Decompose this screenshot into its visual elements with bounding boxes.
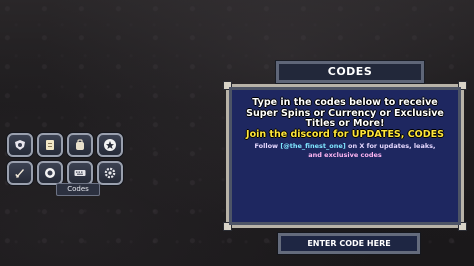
backpack-icon xyxy=(76,139,84,150)
instruction-line: Titles or More! xyxy=(305,118,385,129)
crest-button[interactable] xyxy=(7,133,33,157)
code-input[interactable] xyxy=(281,236,417,251)
keyboard-icon xyxy=(74,170,86,176)
codes-panel-title: CODES xyxy=(275,60,425,84)
gem-icon xyxy=(45,168,55,178)
social-handle: [@the_finest_one] xyxy=(280,142,346,150)
follow-suffix: on X for updates, leaks, xyxy=(348,142,436,150)
star-icon xyxy=(104,139,116,151)
scroll-icon xyxy=(46,140,54,150)
code-input-box[interactable] xyxy=(277,232,421,255)
follow-line: Follow [@the_finest_one] on X for update… xyxy=(242,142,448,160)
codes-panel: Type in the codes below to receive Super… xyxy=(223,81,467,231)
codes-instructions: Type in the codes below to receive Super… xyxy=(242,97,448,160)
favorites-button[interactable] xyxy=(97,133,123,157)
settings-button[interactable] xyxy=(97,161,123,185)
follow-prefix: Follow xyxy=(254,142,279,150)
codes-button[interactable] xyxy=(67,161,93,185)
gear-icon xyxy=(104,167,116,179)
shield-crest-icon xyxy=(15,140,25,150)
instruction-line: Type in the codes below to receive xyxy=(252,97,438,108)
codes-panel-body: Type in the codes below to receive Super… xyxy=(229,87,461,225)
quests-button[interactable] xyxy=(37,133,63,157)
inventory-button[interactable] xyxy=(67,133,93,157)
sword-icon xyxy=(15,169,24,178)
weapons-button[interactable] xyxy=(7,161,33,185)
discord-line: Join the discord for UPDATES, CODES xyxy=(246,128,444,140)
codes-tooltip: Codes xyxy=(56,183,100,196)
follow-tail: and exclusive codes xyxy=(308,151,382,159)
gems-button[interactable] xyxy=(37,161,63,185)
